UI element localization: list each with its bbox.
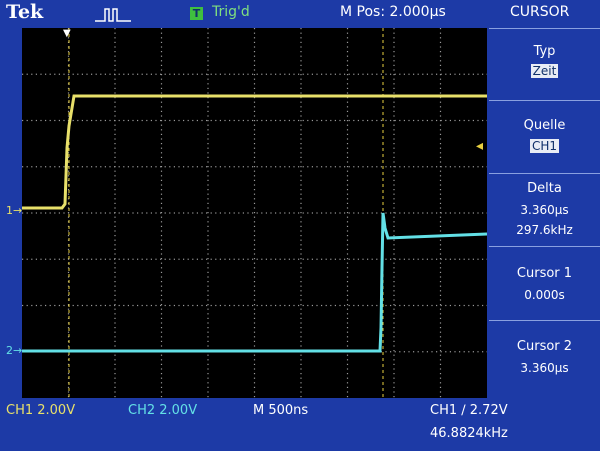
trigger-position-marker: ▼ [63,28,71,39]
type-value: Zeit [530,64,559,78]
timebase-readout: M 500ns [253,403,309,418]
graticule [22,28,487,398]
cursor2-label[interactable]: Cursor 2 [489,339,600,354]
trigger-level-arrow-icon: ◂ [476,138,484,154]
ch2-scale-readout: CH2 2.00V [128,403,198,418]
ch1-waveform [22,94,487,210]
side-menu: Typ Zeit Quelle CH1 Delta 3.360µs 297.6k… [489,28,600,398]
ch1-reference-marker: 1→ [6,204,23,217]
delta-label: Delta [527,181,562,196]
source-label: Quelle [523,118,566,133]
horizontal-position: M Pos: 2.000µs [340,4,446,20]
acquisition-pulse-icon [95,8,131,22]
ch1-scale-readout: CH1 2.00V [6,403,76,418]
delta-frequency: 297.6kHz [516,223,573,237]
source-value: CH1 [529,139,560,153]
delta-time: 3.360µs [520,203,569,217]
ch2-reference-marker: 2→ [6,344,23,357]
trigger-status: Trig'd [212,4,250,20]
type-label: Typ [533,44,556,59]
waveform-display [22,28,487,398]
brand-logo: Tek [6,1,44,23]
menu-title: CURSOR [510,4,570,20]
frequency-readout: 46.8824kHz [430,426,508,441]
graticule-grid [22,28,487,398]
cursor2-value: 3.360µs [520,361,569,375]
trigger-readout: CH1 ∕ 2.72V [430,403,508,418]
cursor1-value: 0.000s [524,288,565,302]
source-option[interactable]: CH1 [489,139,600,153]
trigger-icon: T [190,7,203,20]
cursor1-label[interactable]: Cursor 1 [489,266,600,281]
oscilloscope-screen: Tek T Trig'd M Pos: 2.000µs CURSOR ▼ 1→ … [0,0,600,451]
type-option[interactable]: Zeit [489,64,600,78]
